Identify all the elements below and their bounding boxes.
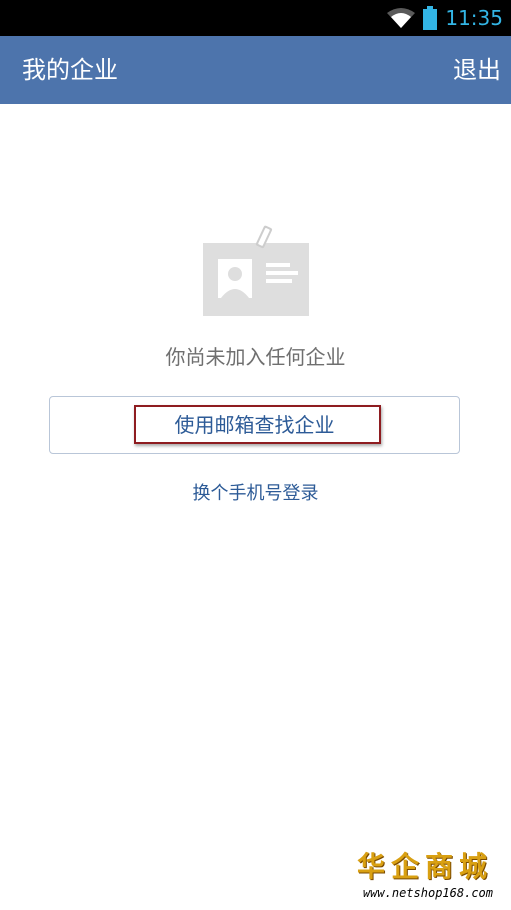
watermark-url: www.netshop168.com xyxy=(362,886,493,900)
battery-icon xyxy=(423,6,438,30)
watermark-logo: 华企商城 www.netshop168.com xyxy=(333,850,493,902)
app-bar: 我的企业 退出 xyxy=(0,36,511,104)
wifi-icon xyxy=(387,8,416,28)
status-bar: 11:35 xyxy=(0,0,511,36)
empty-state-message: 你尚未加入任何企业 xyxy=(165,345,346,369)
page-title: 我的企业 xyxy=(22,56,118,84)
id-card-icon xyxy=(201,224,311,318)
status-icons: 11:35 xyxy=(387,0,503,36)
find-by-email-button[interactable]: 使用邮箱查找企业 xyxy=(49,396,460,454)
find-by-email-label: 使用邮箱查找企业 xyxy=(174,413,335,437)
logout-button[interactable]: 退出 xyxy=(453,36,501,104)
status-clock: 11:35 xyxy=(445,6,503,30)
switch-phone-login-link[interactable]: 换个手机号登录 xyxy=(0,476,511,512)
watermark-title: 华企商城 xyxy=(356,850,493,883)
